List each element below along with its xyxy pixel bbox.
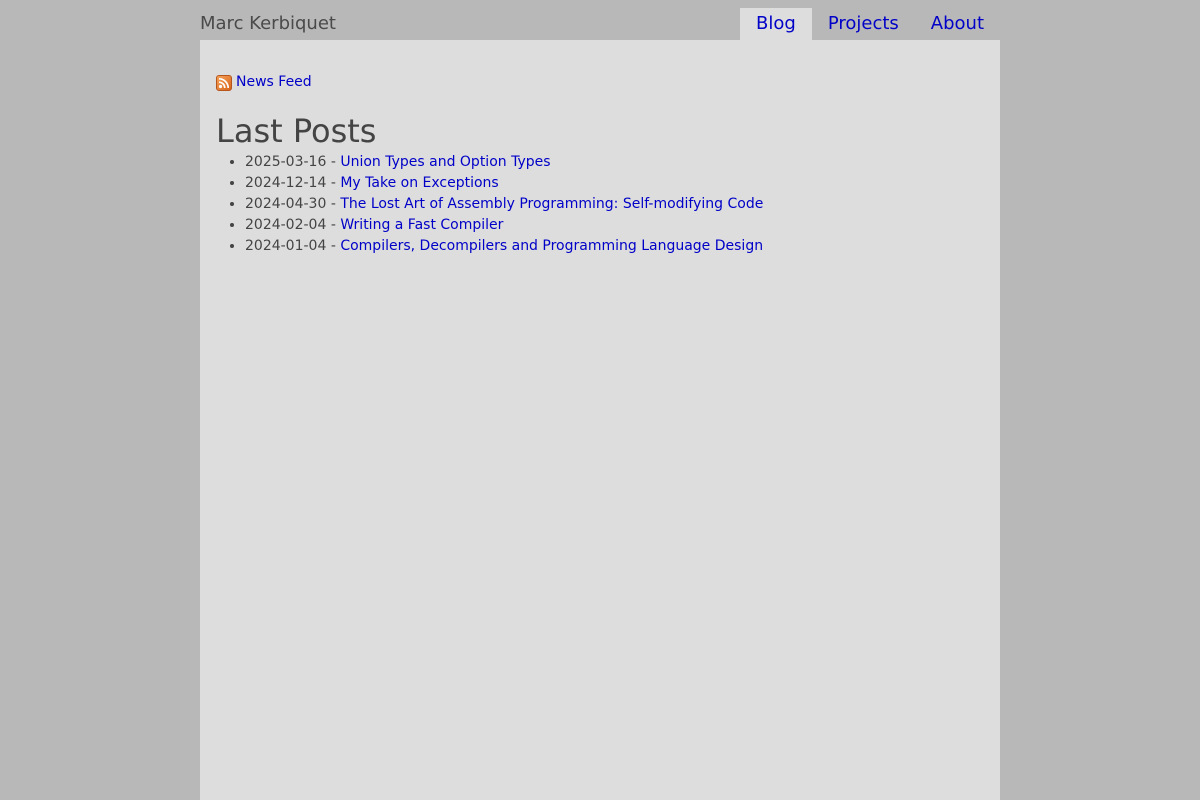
rss-icon <box>216 75 232 91</box>
post-separator: - <box>326 154 341 170</box>
list-item: 2024-04-30 - The Lost Art of Assembly Pr… <box>245 194 984 215</box>
list-item: 2025-03-16 - Union Types and Option Type… <box>245 152 984 173</box>
site-header: Marc Kerbiquet Blog Projects About <box>200 0 1000 40</box>
news-feed-label: News Feed <box>236 74 312 90</box>
list-item: 2024-01-04 - Compilers, Decompilers and … <box>245 236 984 257</box>
site-title: Marc Kerbiquet <box>200 13 336 34</box>
nav-item-about[interactable]: About <box>915 8 1000 40</box>
nav-item-blog[interactable]: Blog <box>740 8 812 40</box>
post-link[interactable]: Writing a Fast Compiler <box>340 217 503 233</box>
post-link[interactable]: Compilers, Decompilers and Programming L… <box>340 238 763 254</box>
list-item: 2024-02-04 - Writing a Fast Compiler <box>245 215 984 236</box>
post-date: 2024-12-14 <box>245 175 327 191</box>
list-item: 2024-12-14 - My Take on Exceptions <box>245 173 984 194</box>
news-feed-link[interactable]: News Feed <box>216 72 984 92</box>
main-content: News Feed Last Posts 2025-03-16 - Union … <box>200 40 1000 800</box>
post-link[interactable]: My Take on Exceptions <box>340 175 498 191</box>
post-list: 2025-03-16 - Union Types and Option Type… <box>216 152 984 257</box>
post-date: 2024-04-30 <box>245 196 327 212</box>
post-link[interactable]: Union Types and Option Types <box>340 154 550 170</box>
post-date: 2025-03-16 <box>245 154 327 170</box>
page-title: Last Posts <box>216 112 377 150</box>
nav-item-projects[interactable]: Projects <box>812 8 915 40</box>
post-separator: - <box>326 217 341 233</box>
post-date: 2024-01-04 <box>245 238 327 254</box>
post-link[interactable]: The Lost Art of Assembly Programming: Se… <box>340 196 763 212</box>
main-nav: Blog Projects About <box>740 8 1000 40</box>
post-date: 2024-02-04 <box>245 217 327 233</box>
post-separator: - <box>326 196 341 212</box>
post-separator: - <box>326 238 341 254</box>
post-separator: - <box>326 175 341 191</box>
